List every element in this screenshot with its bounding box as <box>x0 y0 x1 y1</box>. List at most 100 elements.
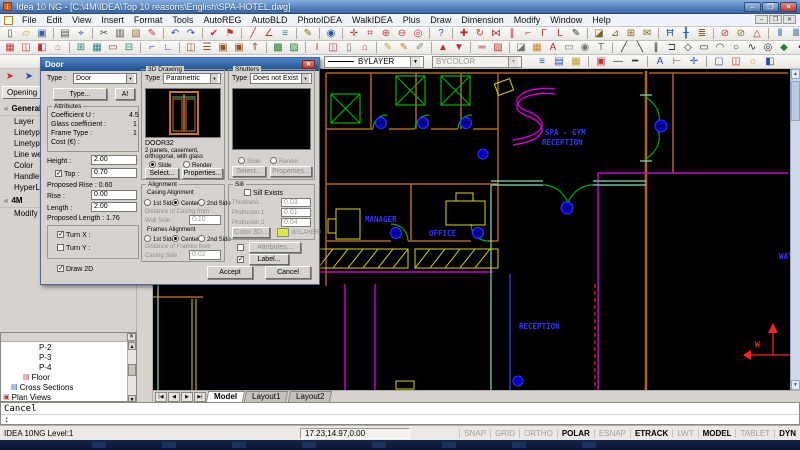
top-field[interactable]: 0.70 <box>91 168 137 178</box>
rotate-icon[interactable]: ↻ <box>472 27 488 40</box>
text-style-icon[interactable]: A <box>652 55 668 68</box>
menu-item-photoidea[interactable]: PhotoIDEA <box>293 15 348 25</box>
tab-layout1[interactable]: Layout1 <box>244 391 289 402</box>
pen-icon[interactable]: ✎ <box>300 27 316 40</box>
mdi-minimize-button[interactable]: – <box>755 15 768 24</box>
section-icon[interactable]: ╂ <box>678 27 694 40</box>
menu-item-modify[interactable]: Modify <box>509 15 546 25</box>
toggle-dyn[interactable]: DYN <box>774 429 800 438</box>
pan-icon[interactable]: ✛ <box>346 27 362 40</box>
toggle-tablet[interactable]: TABLET <box>735 429 774 438</box>
draw-angle-icon[interactable]: ∠ <box>261 27 277 40</box>
cancel-button[interactable]: Cancel <box>265 266 311 279</box>
menu-item-dimension[interactable]: Dimension <box>456 15 509 25</box>
tree-item-p-4[interactable]: P-4 <box>1 362 136 372</box>
select-button[interactable]: Select... <box>145 168 179 179</box>
toggle-snap[interactable]: SNAP <box>459 429 490 438</box>
format-painter-icon[interactable]: ✎ <box>144 27 160 40</box>
label-button[interactable]: Label... <box>249 254 289 265</box>
color-box-icon[interactable]: ▣ <box>593 55 609 68</box>
print-icon[interactable]: ▤ <box>57 27 73 40</box>
text-a-icon[interactable]: A <box>545 41 561 54</box>
sill-exists-check[interactable]: Sill Exists <box>244 189 283 197</box>
pencil-yellow-icon[interactable]: ✎ <box>380 41 396 54</box>
minimize-button[interactable]: – <box>744 2 761 12</box>
flag-icon[interactable]: ⚑ <box>222 27 238 40</box>
help-icon[interactable]: ? <box>433 27 449 40</box>
mirror-icon[interactable]: ⋈ <box>488 27 504 40</box>
undo-icon[interactable]: ↶ <box>167 27 183 40</box>
column-i-icon[interactable]: I <box>309 41 325 54</box>
sun-icon[interactable]: ☼ <box>745 55 761 68</box>
accept-button[interactable]: Accept <box>207 266 253 279</box>
forbid-1-icon[interactable]: ⊘ <box>717 27 733 40</box>
scroll-up-icon[interactable]: ▲ <box>128 342 136 350</box>
maximize-button[interactable]: ❐ <box>762 2 779 12</box>
properties-button[interactable]: Properties... <box>182 168 223 179</box>
turn-y-check[interactable]: Turn Y : <box>57 244 90 252</box>
menu-item-view[interactable]: View <box>67 15 96 25</box>
region-icon[interactable]: ⊿ <box>607 27 623 40</box>
new-file-icon[interactable]: ▯ <box>2 27 18 40</box>
layer-combo[interactable]: BYLAYER▼ <box>324 56 424 68</box>
polygon-icon[interactable]: ◇ <box>680 41 696 54</box>
frame-icon[interactable]: ▭ <box>105 41 121 54</box>
draw-2d-check[interactable]: Draw 2D <box>57 265 93 273</box>
menu-item-autobld[interactable]: AutoBLD <box>246 15 292 25</box>
image-1-icon[interactable]: ▩ <box>270 41 286 54</box>
erase-icon[interactable]: ◪ <box>591 27 607 40</box>
paste-icon[interactable]: ▧ <box>128 27 144 40</box>
triangle-down-icon[interactable]: ▼ <box>451 41 467 54</box>
parallel-icon[interactable]: ∥ <box>648 41 664 54</box>
menu-item-help[interactable]: Help <box>587 15 616 25</box>
scroll-up-icon[interactable]: ▲ <box>791 69 800 79</box>
hatch-tool-icon[interactable]: ▨ <box>490 41 506 54</box>
prev-view-icon[interactable]: ➤ <box>2 70 18 83</box>
column-1-icon[interactable]: Ⅱ <box>772 27 788 40</box>
stairs-icon[interactable]: ☰ <box>199 41 215 54</box>
toggle-grid[interactable]: GRID <box>490 429 519 438</box>
triangle-icon[interactable]: △ <box>749 27 765 40</box>
beam-icon[interactable]: Ħ <box>662 27 678 40</box>
spline-icon[interactable]: ∿ <box>744 41 760 54</box>
toggle-esnap[interactable]: ESNAP <box>594 429 630 438</box>
command-prompt[interactable]: : <box>1 415 799 425</box>
tab-model[interactable]: Model <box>206 391 245 402</box>
sketch-pen-icon[interactable]: ✎ <box>568 27 584 40</box>
lamp-icon[interactable]: ◉ <box>577 41 593 54</box>
toggle-lwt[interactable]: LWT <box>672 429 697 438</box>
block-copy-icon[interactable]: ▣ <box>231 41 247 54</box>
dim-style-icon[interactable]: ⊢ <box>669 55 685 68</box>
cube-icon[interactable]: ◧ <box>762 55 778 68</box>
grid-table-icon[interactable]: ⊞ <box>73 41 89 54</box>
column-2-icon[interactable]: Ⅲ <box>788 27 800 40</box>
lift-icon[interactable]: ⇑ <box>247 41 263 54</box>
drawing-vscrollbar[interactable]: ▲ ▼ <box>790 69 800 390</box>
menu-item-tools[interactable]: Tools <box>167 15 198 25</box>
length-field[interactable]: 2.00 <box>91 202 137 212</box>
stair-tool-icon[interactable]: ≣ <box>694 27 710 40</box>
casing-1st-radio[interactable]: 1st Side <box>144 199 175 207</box>
tree-item-cross-sections[interactable]: ▤ Cross Sections <box>1 382 136 392</box>
copy-icon[interactable]: ▥ <box>112 27 128 40</box>
color-combo[interactable]: BYCOLOR▼ <box>432 56 522 68</box>
layer-control-icon[interactable]: ▤ <box>551 55 567 68</box>
fillet-icon[interactable]: Γ <box>536 27 552 40</box>
cells-icon[interactable]: ⊟ <box>121 41 137 54</box>
tree-scrollbar[interactable]: ▲ ▼ <box>127 342 136 402</box>
frames-1st-radio[interactable]: 1st Side <box>144 235 175 243</box>
mdi-close-button[interactable]: ✕ <box>783 15 796 24</box>
arc-icon[interactable]: ◠ <box>712 41 728 54</box>
menu-item-plus[interactable]: Plus <box>398 15 426 25</box>
scroll-down-icon[interactable]: ▼ <box>791 380 800 390</box>
clipboard-icon[interactable]: ▯ <box>341 41 357 54</box>
save-icon[interactable]: ▣ <box>34 27 50 40</box>
redo-icon[interactable]: ↷ <box>183 27 199 40</box>
zoom-extents-icon[interactable]: ◎ <box>410 27 426 40</box>
table-t-icon[interactable]: T <box>593 41 609 54</box>
menu-item-walkidea[interactable]: WalkIDEA <box>347 15 398 25</box>
make-layer-icon[interactable]: ▦ <box>568 55 584 68</box>
point-icon[interactable]: • <box>792 41 800 54</box>
pencil-orange-icon[interactable]: ✎ <box>396 41 412 54</box>
trim-icon[interactable]: ⌐ <box>520 27 536 40</box>
